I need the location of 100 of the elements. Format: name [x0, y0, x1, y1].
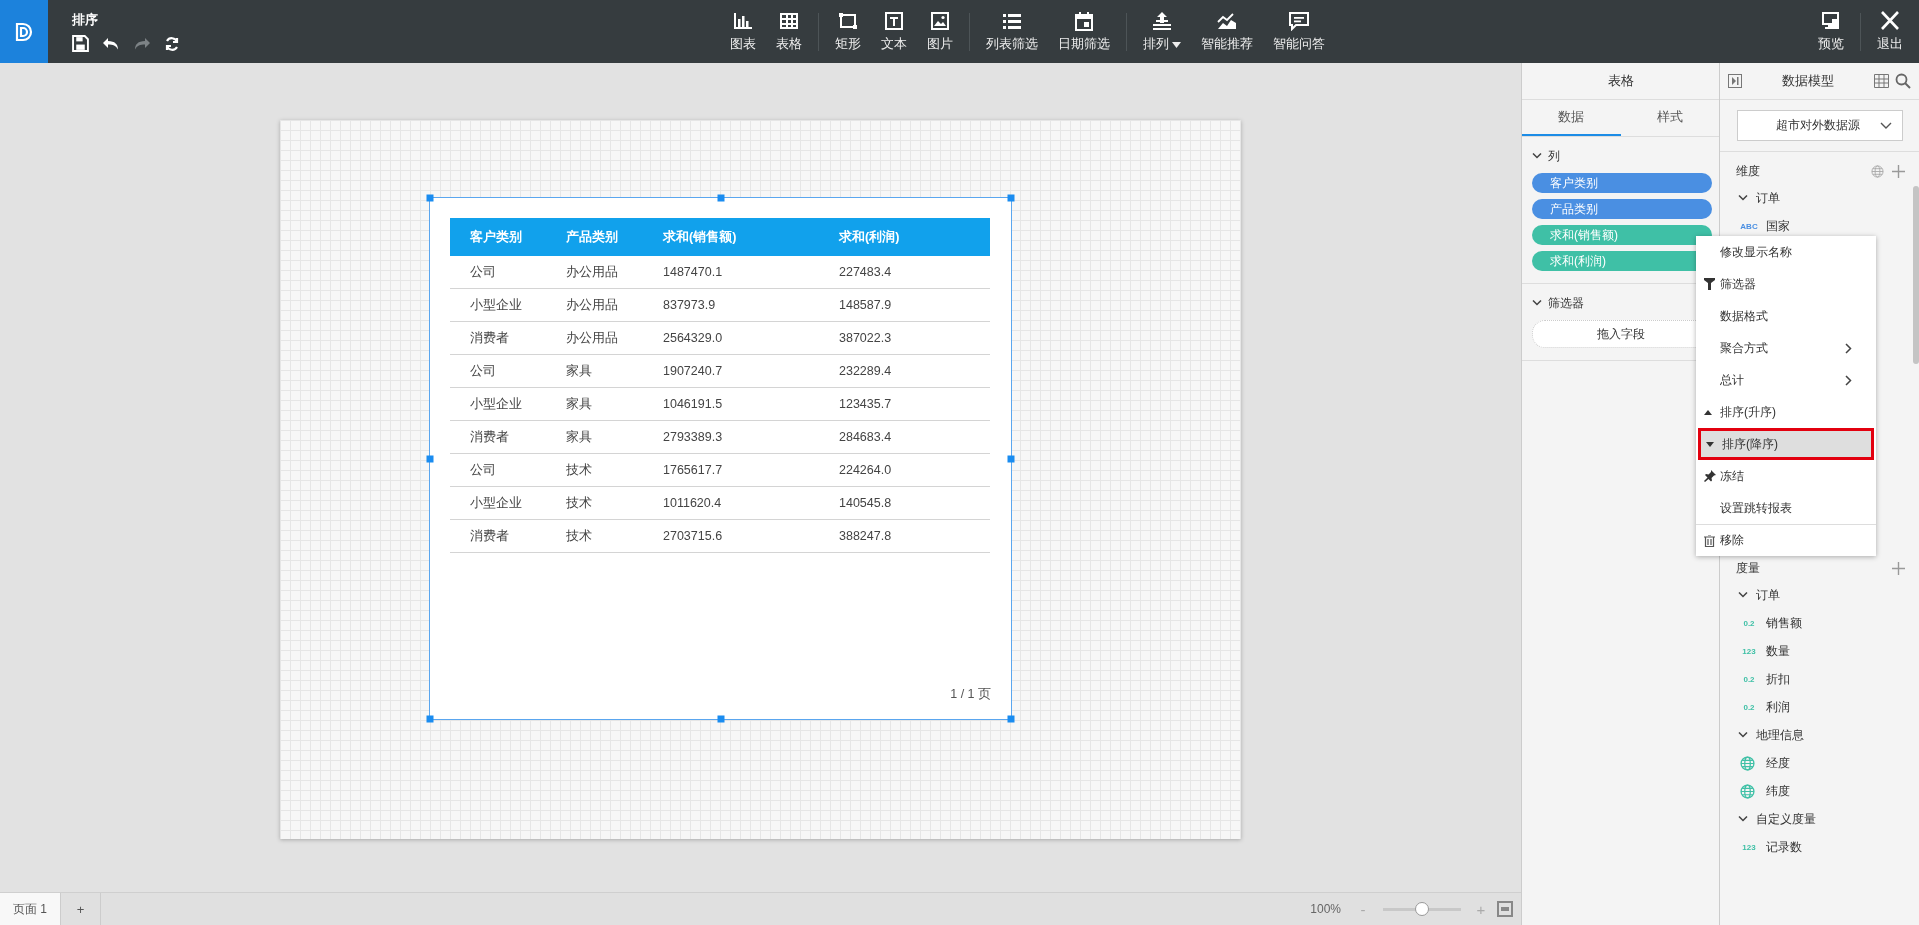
table-cell: 232289.4 — [819, 354, 990, 388]
group-label: 地理信息 — [1756, 726, 1804, 744]
table-cell: 办公用品 — [546, 288, 643, 322]
menu-item[interactable]: 排序(降序) — [1698, 428, 1874, 460]
chevron-icon[interactable] — [1738, 732, 1748, 738]
resize-handle[interactable] — [1007, 455, 1015, 462]
text-icon — [883, 10, 905, 31]
logo-icon — [0, 0, 48, 63]
section-title: 列 — [1548, 147, 1560, 165]
table-cell: 公司 — [450, 354, 546, 388]
field-label[interactable]: 纬度 — [1766, 782, 1790, 800]
menu-item[interactable]: 设置跳转报表 — [1696, 492, 1876, 524]
add-icon[interactable] — [1892, 561, 1905, 575]
panel-tab[interactable]: 数据 — [1522, 100, 1621, 136]
field-label[interactable]: 经度 — [1766, 754, 1790, 772]
table-cell: 家具 — [546, 354, 643, 388]
data-source-dropdown[interactable]: 超市对外数据源 — [1737, 110, 1903, 141]
toolbar-button[interactable]: 矩形 — [825, 0, 871, 63]
globe-icon[interactable] — [1871, 164, 1884, 178]
refresh-icon[interactable] — [164, 35, 180, 52]
table-cell: 技术 — [546, 486, 643, 520]
chevron-icon[interactable] — [1532, 300, 1542, 306]
resize-handle[interactable] — [426, 455, 434, 462]
table-cell: 家具 — [546, 387, 643, 421]
preview-button[interactable]: 预览 — [1808, 0, 1854, 63]
table-cell: 小型企业 — [450, 288, 546, 322]
column-header: 产品类别 — [546, 218, 643, 256]
field-label[interactable]: 利润 — [1766, 698, 1790, 716]
resize-handle[interactable] — [426, 194, 434, 202]
table-cell: 123435.7 — [819, 387, 990, 421]
column-header: 求和(销售额) — [643, 218, 819, 256]
table-icon — [778, 10, 800, 31]
toolbar-button[interactable]: 列表筛选 — [976, 0, 1048, 63]
add-page-button[interactable]: + — [61, 893, 101, 925]
table-cell: 办公用品 — [546, 321, 643, 355]
resize-handle[interactable] — [717, 194, 724, 202]
resize-handle[interactable] — [1007, 194, 1015, 202]
field-label[interactable]: 数量 — [1766, 642, 1790, 660]
field-label[interactable]: 折扣 — [1766, 670, 1790, 688]
column-header: 求和(利润) — [819, 218, 990, 256]
table-cell: 消费者 — [450, 420, 546, 454]
section-title: 维度 — [1736, 162, 1760, 180]
field-label[interactable]: 销售额 — [1766, 614, 1802, 632]
toolbar-button[interactable]: 文本 — [871, 0, 917, 63]
trend-chart-icon — [1216, 10, 1238, 31]
table-cell: 2793389.3 — [643, 420, 819, 454]
menu-item[interactable]: 总计 — [1696, 364, 1876, 396]
search-icon[interactable] — [1895, 73, 1911, 89]
group-label: 订单 — [1756, 586, 1780, 604]
panel-title: 表格 — [1522, 63, 1719, 100]
type-label: 123 — [1741, 842, 1757, 852]
chevron-icon[interactable] — [1738, 816, 1748, 822]
chevron-icon[interactable] — [1738, 592, 1748, 598]
globe-icon — [1740, 783, 1755, 799]
table-cell: 小型企业 — [450, 387, 546, 421]
toolbar-button[interactable]: 智能问答 — [1263, 0, 1335, 63]
table-icon[interactable] — [1874, 74, 1889, 88]
table-cell: 1907240.7 — [643, 354, 819, 388]
save-icon[interactable] — [72, 35, 89, 52]
menu-item[interactable]: 排序(升序) — [1696, 396, 1876, 428]
chevron-right-icon — [1845, 374, 1852, 386]
page-tab[interactable]: 页面 1 — [0, 893, 61, 925]
add-icon[interactable] — [1892, 164, 1905, 178]
table-cell: 公司 — [450, 453, 546, 487]
group-label: 订单 — [1756, 189, 1780, 207]
toolbar-button[interactable]: 图片 — [917, 0, 963, 63]
panel-tab[interactable]: 样式 — [1620, 100, 1719, 136]
field-label[interactable]: 国家 — [1766, 217, 1790, 235]
toolbar-button[interactable]: 表格 — [766, 0, 812, 63]
table-cell: 1765617.7 — [643, 453, 819, 487]
toolbar-button[interactable]: 日期筛选 — [1048, 0, 1120, 63]
table-cell: 2703715.6 — [643, 519, 819, 553]
section-title: 度量 — [1736, 559, 1760, 577]
field-label[interactable]: 记录数 — [1766, 838, 1802, 856]
chevron-icon[interactable] — [1532, 153, 1542, 159]
table-cell: 公司 — [450, 256, 546, 289]
menu-item[interactable]: 筛选器 — [1696, 268, 1876, 300]
menu-item[interactable]: 移除 — [1696, 524, 1876, 556]
resize-handle[interactable] — [717, 715, 724, 723]
toolbar-button[interactable]: 智能推荐 — [1191, 0, 1263, 63]
type-label: 0.2 — [1742, 702, 1756, 712]
toolbar-button[interactable]: 排列 — [1133, 0, 1191, 63]
rectangle-icon — [837, 10, 859, 31]
menu-item[interactable]: 冻结 — [1696, 460, 1876, 492]
table-cell: 1011620.4 — [643, 486, 819, 520]
group-label: 自定义度量 — [1756, 810, 1816, 828]
resize-handle[interactable] — [1007, 715, 1015, 723]
slider-thumb[interactable] — [1415, 902, 1429, 916]
table-cell: 224264.0 — [819, 453, 990, 487]
collapse-panel-icon[interactable] — [1728, 74, 1742, 88]
resize-handle[interactable] — [426, 715, 434, 723]
exit-button[interactable]: 退出 — [1867, 0, 1913, 63]
chevron-icon[interactable] — [1738, 195, 1748, 201]
table-cell: 家具 — [546, 420, 643, 454]
fit-screen-icon[interactable] — [1497, 901, 1513, 917]
toolbar-button[interactable]: 图表 — [720, 0, 766, 63]
scrollbar[interactable] — [1913, 186, 1919, 364]
type-label: 0.2 — [1742, 674, 1756, 684]
table-cell: 227483.4 — [819, 256, 990, 289]
table-cell: 小型企业 — [450, 486, 546, 520]
